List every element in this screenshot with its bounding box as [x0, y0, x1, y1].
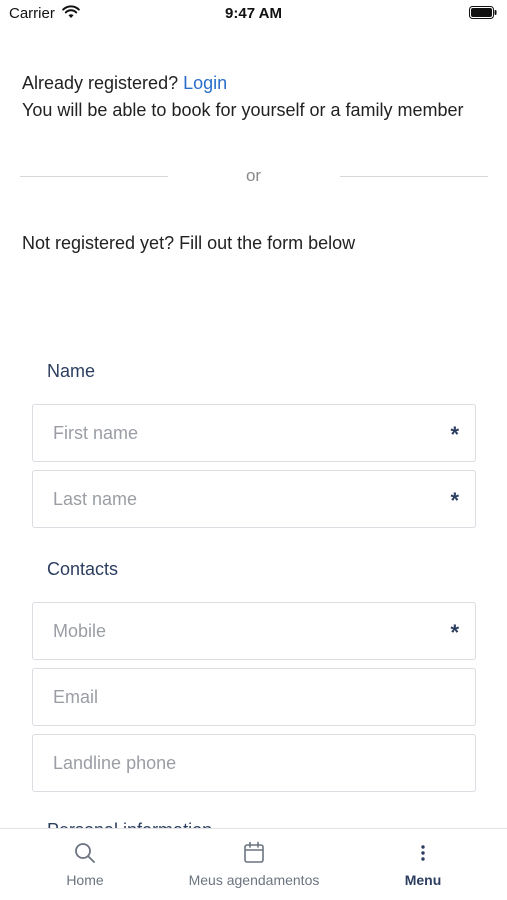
tab-bar: Home Meus agendamentos Menu	[0, 828, 507, 900]
more-vertical-icon	[421, 845, 425, 861]
landline-input[interactable]	[33, 735, 475, 791]
tab-meus-agendamentos-label: Meus agendamentos	[188, 872, 320, 888]
battery-icon	[469, 6, 497, 19]
first-name-input[interactable]	[33, 405, 475, 461]
divider-right	[340, 176, 488, 177]
login-link[interactable]: Login	[183, 73, 227, 93]
name-section-title: Name	[47, 361, 96, 381]
tab-meus-agendamentos[interactable]: Meus agendamentos	[174, 829, 334, 900]
last-name-field[interactable]: *	[32, 470, 476, 528]
required-mark: *	[450, 488, 459, 513]
tab-home[interactable]: Home	[35, 829, 135, 900]
tab-home-label: Home	[66, 872, 104, 888]
required-mark: *	[450, 422, 459, 447]
first-name-field[interactable]: *	[32, 404, 476, 462]
required-mark: *	[450, 620, 459, 645]
mobile-input[interactable]	[33, 603, 475, 659]
email-field[interactable]	[32, 668, 476, 726]
tab-menu[interactable]: Menu	[383, 829, 463, 900]
mobile-field[interactable]: *	[32, 602, 476, 660]
already-registered-text: Already registered?	[22, 73, 179, 93]
already-registered-line: Already registered? Login	[22, 70, 464, 97]
not-registered-text: Not registered yet? Fill out the form be…	[22, 233, 356, 253]
contacts-section-title: Contacts	[47, 559, 119, 579]
last-name-input[interactable]	[33, 471, 475, 527]
tab-menu-label: Menu	[404, 872, 442, 888]
email-input[interactable]	[33, 669, 475, 725]
search-icon	[75, 843, 95, 863]
login-prompt: Already registered? Login You will be ab…	[22, 70, 464, 124]
status-bar: Carrier 9:47 AM	[0, 0, 507, 30]
book-info-text: You will be able to book for yourself or…	[22, 100, 464, 120]
status-time: 9:47 AM	[225, 5, 282, 22]
landline-field[interactable]	[32, 734, 476, 792]
calendar-icon	[244, 841, 264, 863]
